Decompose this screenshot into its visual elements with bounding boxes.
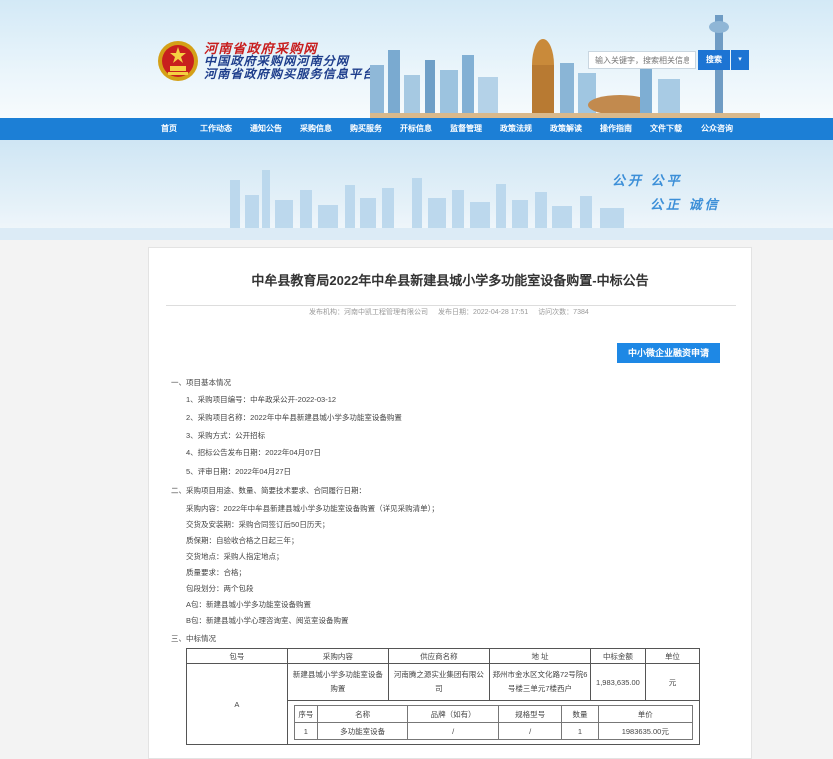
nav-work-news[interactable]: 工作动态 xyxy=(200,118,232,140)
national-emblem-icon xyxy=(158,41,198,81)
nav-purchase-services[interactable]: 购买服务 xyxy=(350,118,382,140)
item-name: 多功能室设备 xyxy=(316,722,409,740)
item-detail-cell: 序号 名称 品牌（如有） 规格型号 数量 单价 1 多功能室设备 / / 1 1… xyxy=(286,700,701,745)
nav-policy-interpretation[interactable]: 政策解读 xyxy=(550,118,582,140)
item-col-brand: 品牌（如有） xyxy=(407,705,499,723)
nav-consultation[interactable]: 公众咨询 xyxy=(701,118,733,140)
nav-procurement-info[interactable]: 采购信息 xyxy=(300,118,332,140)
item-row: 1 多功能室设备 / / 1 1983635.00元 xyxy=(293,722,694,740)
site-title-block: 河南省政府采购网 中国政府采购网河南分网 河南省政府购买服务信息平台 xyxy=(204,42,376,81)
item-col-name: 名称 xyxy=(316,705,409,723)
site-title-platform: 河南省政府购买服务信息平台 xyxy=(204,67,376,81)
col-header-supplier: 供应商名称 xyxy=(387,648,490,664)
package-division: 包段划分：两个包段 xyxy=(186,584,254,593)
review-date: 5、评审日期：2022年04月27日 xyxy=(186,467,292,476)
item-col-index: 序号 xyxy=(293,705,318,723)
slogan-line-1: 公开 公平 xyxy=(612,173,683,188)
table-header-row: 包号 采购内容 供应商名称 地 址 中标金额 单位 xyxy=(186,648,701,664)
nav-policies[interactable]: 政策法规 xyxy=(500,118,532,140)
nav-supervision[interactable]: 监督管理 xyxy=(450,118,482,140)
procurement-method: 3、采购方式：公开招标 xyxy=(186,431,266,440)
project-number: 1、采购项目编号：中牟政采公开-2022-03-12 xyxy=(186,395,337,404)
publish-date: 发布日期：2022-04-28 17:51 xyxy=(437,309,529,316)
cell-unit: 元 xyxy=(644,663,701,701)
article-card: 中牟县教育局2022年中牟县新建县城小学多功能室设备购置-中标公告 发布机构：河… xyxy=(148,247,752,759)
item-col-price: 单价 xyxy=(597,705,694,723)
main-nav-bar: 首页 工作动态 通知公告 采购信息 购买服务 开标信息 监督管理 政策法规 政策… xyxy=(0,118,833,140)
banner: 公开 公平 公正 诚信 xyxy=(0,140,833,240)
banner-skyline-illustration xyxy=(0,170,833,240)
search-button[interactable]: 搜索 xyxy=(698,50,730,70)
article-meta: 发布机构：河南中凯工程管理有限公司 发布日期：2022-04-28 17:51 … xyxy=(309,307,597,317)
cell-content: 新建县城小学多功能室设备购置 xyxy=(286,663,389,701)
search-input[interactable] xyxy=(588,51,696,69)
quality-requirement: 质量要求：合格； xyxy=(186,568,246,577)
package-a: A包：新建县城小学多功能室设备购置 xyxy=(186,600,312,609)
item-col-quantity: 数量 xyxy=(561,705,599,723)
cell-supplier: 河南腾之源实业集团有限公司 xyxy=(387,663,490,701)
warranty-period: 质保期：自验收合格之日起三年； xyxy=(186,536,299,545)
cell-amount: 1,983,635.00 xyxy=(590,663,646,701)
publisher: 发布机构：河南中凯工程管理有限公司 xyxy=(309,309,428,316)
col-header-address: 地 址 xyxy=(488,648,592,664)
title-divider xyxy=(166,305,736,306)
award-table: 包号 采购内容 供应商名称 地 址 中标金额 单位 A 新建县城小学多功能室设备… xyxy=(186,648,701,745)
nav-guide[interactable]: 操作指南 xyxy=(600,118,632,140)
cell-address: 郑州市金水区文化路72号院6号楼三单元7楼西户 xyxy=(488,663,592,701)
slogan-line-2: 公正 诚信 xyxy=(650,197,721,212)
section-heading-award: 三、中标情况 xyxy=(171,634,216,643)
nav-downloads[interactable]: 文件下载 xyxy=(650,118,682,140)
visit-count: 访问次数：7384 xyxy=(538,309,589,316)
nav-bid-opening[interactable]: 开标信息 xyxy=(400,118,432,140)
section-heading-basic-info: 一、项目基本情况 xyxy=(171,378,231,387)
table-row: A 新建县城小学多功能室设备购置 河南腾之源实业集团有限公司 郑州市金水区文化路… xyxy=(186,663,701,745)
col-header-amount: 中标金额 xyxy=(590,648,646,664)
item-header-row: 序号 名称 品牌（如有） 规格型号 数量 单价 xyxy=(293,705,694,723)
item-spec: / xyxy=(497,722,563,740)
col-header-package: 包号 xyxy=(186,648,288,664)
col-header-unit: 单位 xyxy=(644,648,701,664)
item-index: 1 xyxy=(293,722,318,740)
search-dropdown-button[interactable]: ▾ xyxy=(731,50,749,70)
item-price: 1983635.00元 xyxy=(597,722,694,740)
tender-publish-date: 4、招标公告发布日期：2022年04月07日 xyxy=(186,448,322,457)
cell-package: A xyxy=(186,663,288,745)
section-heading-requirements: 二、采购项目用途、数量、简要技术要求、合同履行日期： xyxy=(171,486,366,495)
project-name: 2、采购项目名称：2022年中牟县新建县城小学多功能室设备购置 xyxy=(186,413,402,422)
procurement-content: 采购内容：2022年中牟县新建县城小学多功能室设备购置（详见采购清单）； xyxy=(186,504,439,513)
page-title: 中牟县教育局2022年中牟县新建县城小学多功能室设备购置-中标公告 xyxy=(251,273,649,288)
item-quantity: 1 xyxy=(561,722,599,740)
item-brand: / xyxy=(407,722,499,740)
delivery-location: 交货地点：采购人指定地点； xyxy=(186,552,284,561)
nav-home[interactable]: 首页 xyxy=(161,118,177,140)
sme-financing-apply-button[interactable]: 中小微企业融资申请 xyxy=(617,343,720,363)
site-header: 河南省政府采购网 中国政府采购网河南分网 河南省政府购买服务信息平台 搜索 ▾ xyxy=(0,0,833,118)
item-detail-table: 序号 名称 品牌（如有） 规格型号 数量 单价 1 多功能室设备 / / 1 1… xyxy=(293,705,694,740)
item-col-spec: 规格型号 xyxy=(497,705,563,723)
package-b: B包：新建县城小学心理咨询室、阅览室设备购置 xyxy=(186,616,349,625)
delivery-period: 交货及安装期：采购合同签订后50日历天； xyxy=(186,520,330,529)
nav-notices[interactable]: 通知公告 xyxy=(250,118,282,140)
col-header-content: 采购内容 xyxy=(286,648,389,664)
